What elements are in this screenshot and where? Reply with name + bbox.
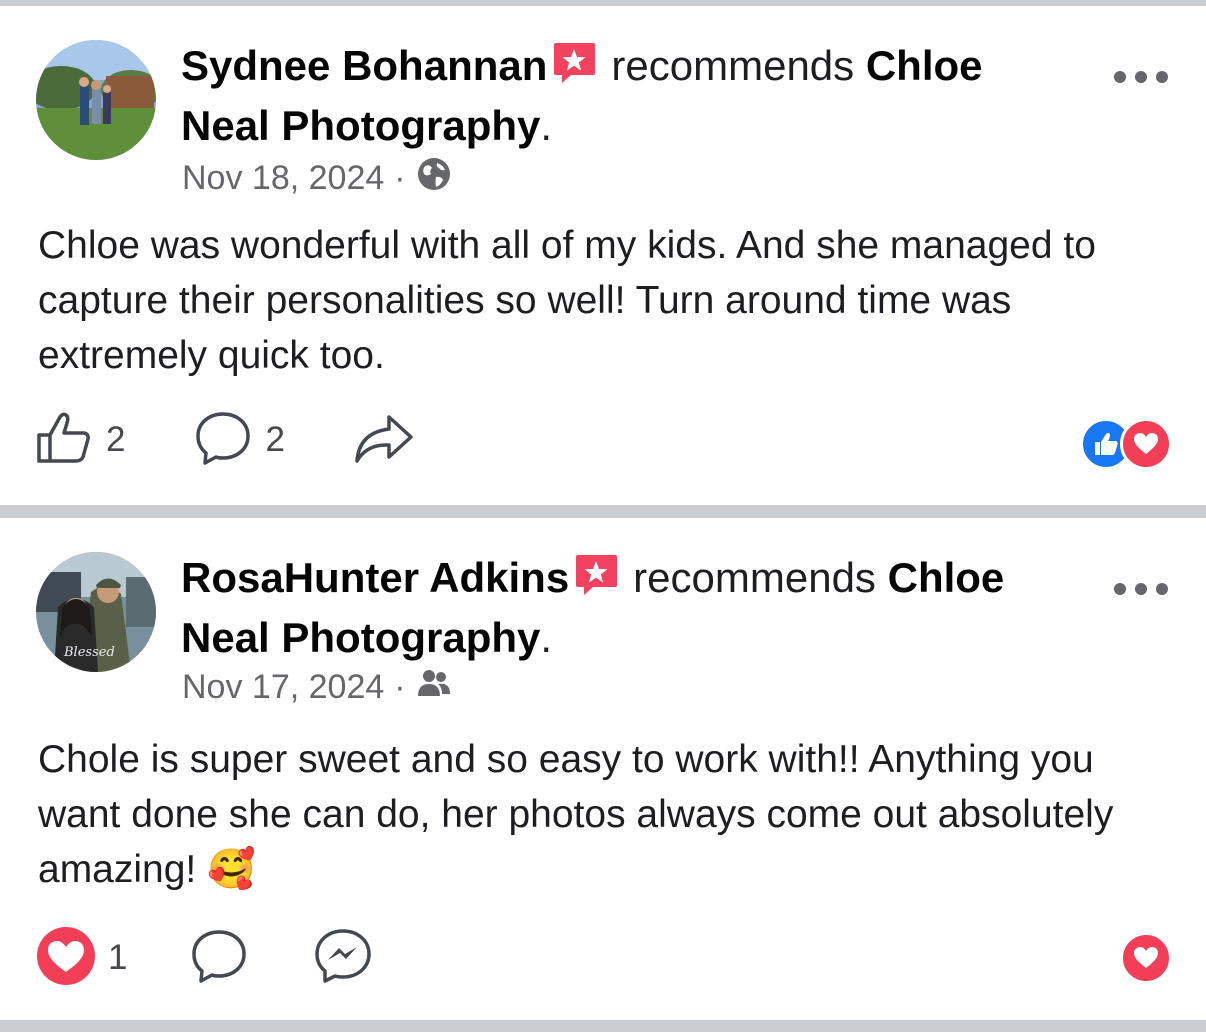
svg-text:Blessed: Blessed <box>63 645 115 660</box>
reaction-summary[interactable] <box>1080 418 1172 470</box>
comment-button[interactable] <box>189 927 249 990</box>
like-button[interactable]: 2 <box>36 411 125 470</box>
recommends-text: recommends <box>633 554 876 601</box>
love-count: 1 <box>108 938 128 977</box>
thumbs-up-icon <box>36 411 94 470</box>
post-text: Chole is super sweet and so easy to work… <box>38 738 1114 891</box>
author-name[interactable]: RosaHunter Adkins <box>181 554 569 601</box>
review-post: Blessed RosaHunter Adkins recommends Chlo… <box>0 518 1206 1020</box>
recommendation-badge-icon <box>573 552 619 598</box>
love-reaction-icon <box>1120 932 1172 984</box>
post-meta: Nov 17, 2024 · <box>182 668 452 707</box>
headline-punct: . <box>540 614 553 661</box>
post-text: Chloe was wonderful with all of my kids.… <box>38 224 1096 377</box>
post-headline: RosaHunter Adkins recommends Chloe Neal P… <box>181 548 1081 668</box>
recommendation-badge-icon <box>551 40 597 86</box>
friends-icon <box>416 668 452 707</box>
post-date[interactable]: Nov 18, 2024 <box>182 159 384 198</box>
comment-count: 2 <box>265 420 285 459</box>
share-button[interactable] <box>353 411 415 470</box>
review-post: Sydnee Bohannan recommends Chloe Neal Pho… <box>0 6 1206 505</box>
like-count: 2 <box>106 420 126 459</box>
love-reaction-icon <box>1120 418 1172 470</box>
bottom-separator <box>0 1020 1206 1032</box>
more-options-button[interactable] <box>1114 62 1168 92</box>
author-name[interactable]: Sydnee Bohannan <box>181 42 547 89</box>
action-bar: 1 <box>36 926 373 991</box>
recommends-text: recommends <box>611 42 855 89</box>
headline-punct: . <box>540 102 553 149</box>
love-button[interactable]: 1 <box>36 926 127 991</box>
avatar[interactable]: Blessed <box>36 552 156 672</box>
avatar[interactable] <box>36 40 156 160</box>
meta-separator: · <box>394 668 406 706</box>
action-bar: 2 2 <box>36 410 415 470</box>
meta-separator: · <box>394 159 406 197</box>
post-headline: Sydnee Bohannan recommends Chloe Neal Pho… <box>181 36 1081 156</box>
messenger-icon <box>313 927 373 990</box>
reaction-summary[interactable] <box>1120 932 1172 984</box>
globe-icon <box>416 156 452 201</box>
comment-button[interactable]: 2 <box>193 409 285 472</box>
more-options-button[interactable] <box>1114 574 1168 604</box>
comment-icon <box>193 409 253 472</box>
share-arrow-icon <box>353 411 415 470</box>
post-separator <box>0 505 1206 518</box>
messenger-button[interactable] <box>313 927 373 990</box>
post-meta: Nov 18, 2024 · <box>182 156 452 201</box>
love-reaction-icon <box>36 926 96 991</box>
comment-icon <box>189 927 249 990</box>
post-date[interactable]: Nov 17, 2024 <box>182 668 384 707</box>
